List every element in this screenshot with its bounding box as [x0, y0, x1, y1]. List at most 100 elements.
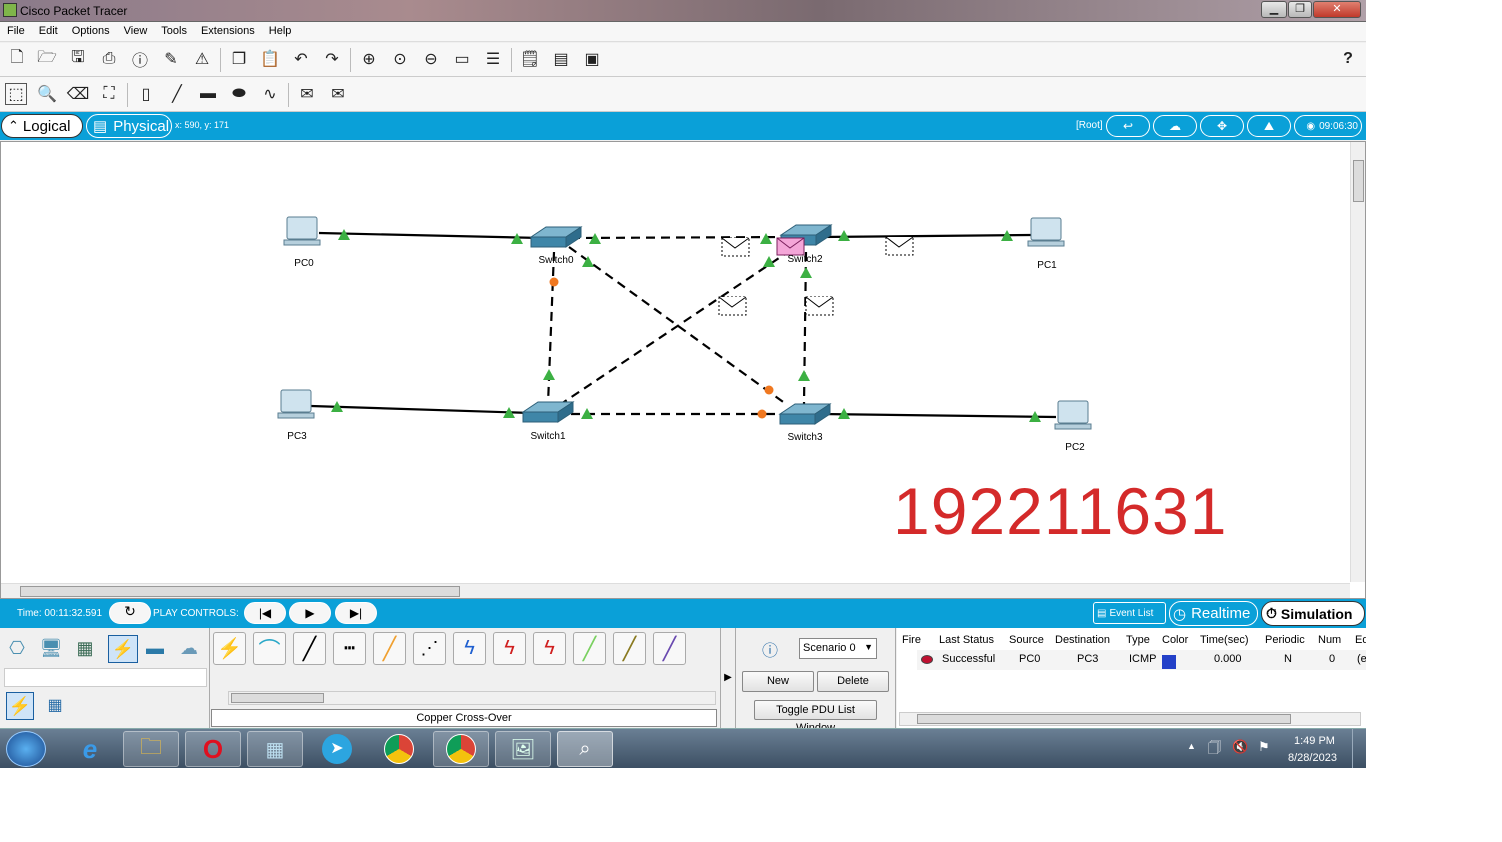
drawing-palette-icon[interactable]: ▭: [451, 48, 473, 70]
show-hidden-icons-icon[interactable]: ▲: [1187, 741, 1196, 751]
undo-icon[interactable]: ↶: [290, 48, 312, 70]
scenario-info-icon[interactable]: ⓘ: [759, 638, 781, 660]
add-simple-pdu-icon[interactable]: ✉: [296, 83, 318, 105]
console-cable-icon[interactable]: ⌒: [253, 632, 286, 665]
pc0-icon[interactable]: [283, 216, 321, 246]
opera-icon[interactable]: O: [185, 731, 241, 767]
zoom-out-icon[interactable]: ⊖: [420, 48, 442, 70]
connections-icon[interactable]: ⚡: [108, 635, 138, 663]
link-pc3-switch1[interactable]: [310, 404, 532, 415]
move-object-icon[interactable]: ✥: [1200, 115, 1244, 137]
network-info-icon[interactable]: ⚠: [191, 48, 213, 70]
serial-dte-icon[interactable]: ϟ: [533, 632, 566, 665]
add-complex-pdu-icon[interactable]: ✉: [327, 83, 349, 105]
coaxial-cable-icon[interactable]: ϟ: [453, 632, 486, 665]
volume-muted-icon[interactable]: 🔇: [1232, 739, 1248, 755]
packet-tracer-taskbar-icon[interactable]: ⌕: [557, 731, 613, 767]
link-switch2-switch1[interactable]: [560, 249, 792, 405]
pc1-icon[interactable]: [1027, 217, 1065, 247]
pdu-envelope-pink-icon[interactable]: [776, 237, 805, 256]
fiber-icon[interactable]: ╱: [373, 632, 406, 665]
draw-ellipse-icon[interactable]: ⬬: [228, 83, 250, 105]
remote-desktop-icon[interactable]: ▦: [247, 731, 303, 767]
open-folder-icon[interactable]: 🗁: [36, 48, 58, 70]
link-switch2-pc1[interactable]: [820, 233, 1032, 239]
miscellaneous-icon[interactable]: ▬: [144, 637, 166, 659]
switch3-icon[interactable]: [778, 403, 832, 425]
horizontal-scroll-thumb[interactable]: [20, 586, 460, 597]
device-icon[interactable]: 🗍: [1208, 739, 1221, 761]
root-label[interactable]: [Root]: [1076, 120, 1103, 131]
menu-view[interactable]: View: [117, 22, 155, 37]
power-cycle-icon[interactable]: ↻: [109, 602, 151, 624]
logical-workspace[interactable]: PC0 PC1 PC3 PC2 Switch0 Switch2 Switch1 …: [0, 141, 1366, 599]
pdu-edit[interactable]: (e: [1357, 653, 1366, 665]
switch1-icon[interactable]: [521, 401, 575, 423]
save-icon[interactable]: 🖫: [67, 48, 89, 70]
grid-icon[interactable]: ▦: [44, 694, 66, 716]
new-scenario-button[interactable]: New: [742, 671, 814, 692]
activity-wizard-icon[interactable]: ▤: [550, 48, 572, 70]
connections-subtype-icon[interactable]: ⚡: [6, 692, 34, 720]
horizontal-scrollbar[interactable]: [1, 583, 1350, 598]
inspect-icon[interactable]: 🔍: [36, 83, 58, 105]
pdu-scroll-thumb[interactable]: [917, 714, 1291, 724]
paste-icon[interactable]: 📋: [259, 48, 281, 70]
place-note-icon[interactable]: ▯: [135, 83, 157, 105]
simulation-tab[interactable]: ⏱ Simulation: [1261, 601, 1365, 626]
clock-time[interactable]: 1:49 PM: [1294, 735, 1335, 747]
show-desktop-button[interactable]: [1352, 729, 1366, 768]
link-switch0-switch1[interactable]: [546, 251, 556, 405]
chrome-icon[interactable]: [371, 731, 427, 767]
multiuser-icon[interactable]: ☁: [178, 637, 200, 659]
fire-icon[interactable]: [921, 655, 933, 664]
cable-scroll-thumb[interactable]: [231, 693, 324, 703]
switch0-icon[interactable]: [529, 226, 583, 248]
network-devices-icon[interactable]: ⎔: [6, 637, 28, 659]
redo-icon[interactable]: ↷: [321, 48, 343, 70]
wizard-icon[interactable]: ✎: [160, 48, 182, 70]
clock-date[interactable]: 8/28/2023: [1288, 752, 1337, 764]
components-icon[interactable]: ▦: [74, 637, 96, 659]
draw-rectangle-icon[interactable]: ▬: [197, 83, 219, 105]
logical-tab[interactable]: ⌃ Logical: [1, 114, 83, 138]
step-back-icon[interactable]: |◀: [244, 602, 286, 624]
physical-tab[interactable]: ▤ Physical: [86, 114, 172, 138]
cable-scrollbar[interactable]: [228, 691, 716, 705]
copper-straight-through-icon[interactable]: ╱: [293, 632, 326, 665]
pdu-envelope-icon[interactable]: [805, 296, 834, 316]
step-forward-icon[interactable]: ▶|: [335, 602, 377, 624]
telegram-icon[interactable]: ➤: [309, 731, 365, 767]
pdu-envelope-icon[interactable]: [721, 237, 750, 257]
internet-explorer-icon[interactable]: e: [62, 731, 118, 767]
custom-device-icon[interactable]: ☰: [482, 48, 504, 70]
start-button-icon[interactable]: [6, 731, 46, 767]
resize-shape-icon[interactable]: ⛶: [98, 83, 120, 105]
menu-edit[interactable]: Edit: [32, 22, 65, 37]
pc3-icon[interactable]: [277, 389, 315, 419]
pdu-envelope-icon[interactable]: [885, 236, 914, 256]
iot-custom-cable-icon[interactable]: ╱: [613, 632, 646, 665]
realtime-tab[interactable]: ◷ Realtime: [1169, 601, 1258, 626]
vertical-scroll-thumb[interactable]: [1353, 160, 1364, 202]
usb-cable-icon[interactable]: ╱: [653, 632, 686, 665]
help-icon[interactable]: ?: [1337, 48, 1359, 70]
zoom-in-icon[interactable]: ⊕: [358, 48, 380, 70]
octal-cable-icon[interactable]: ╱: [573, 632, 606, 665]
info-icon[interactable]: ⓘ: [129, 48, 151, 70]
zoom-reset-icon[interactable]: ⊙: [389, 48, 411, 70]
vertical-scrollbar[interactable]: [1350, 142, 1365, 582]
menu-extensions[interactable]: Extensions: [194, 22, 262, 37]
menu-file[interactable]: File: [0, 22, 32, 37]
auto-connection-cable-icon[interactable]: ⚡: [213, 632, 246, 665]
notes-icon[interactable]: 🗒: [519, 48, 541, 70]
chrome-profile-icon[interactable]: [433, 731, 489, 767]
minimize-button[interactable]: ▁: [1261, 1, 1287, 18]
link-switch3-pc2[interactable]: [820, 412, 1057, 419]
pc2-icon[interactable]: [1054, 400, 1092, 430]
close-button[interactable]: ✕: [1313, 1, 1361, 18]
python-icon[interactable]: ▣: [581, 48, 603, 70]
freeform-icon[interactable]: ∿: [259, 83, 281, 105]
file-explorer-icon[interactable]: 🗀: [123, 731, 179, 767]
scenario-select[interactable]: Scenario 0 ▼: [799, 638, 877, 659]
